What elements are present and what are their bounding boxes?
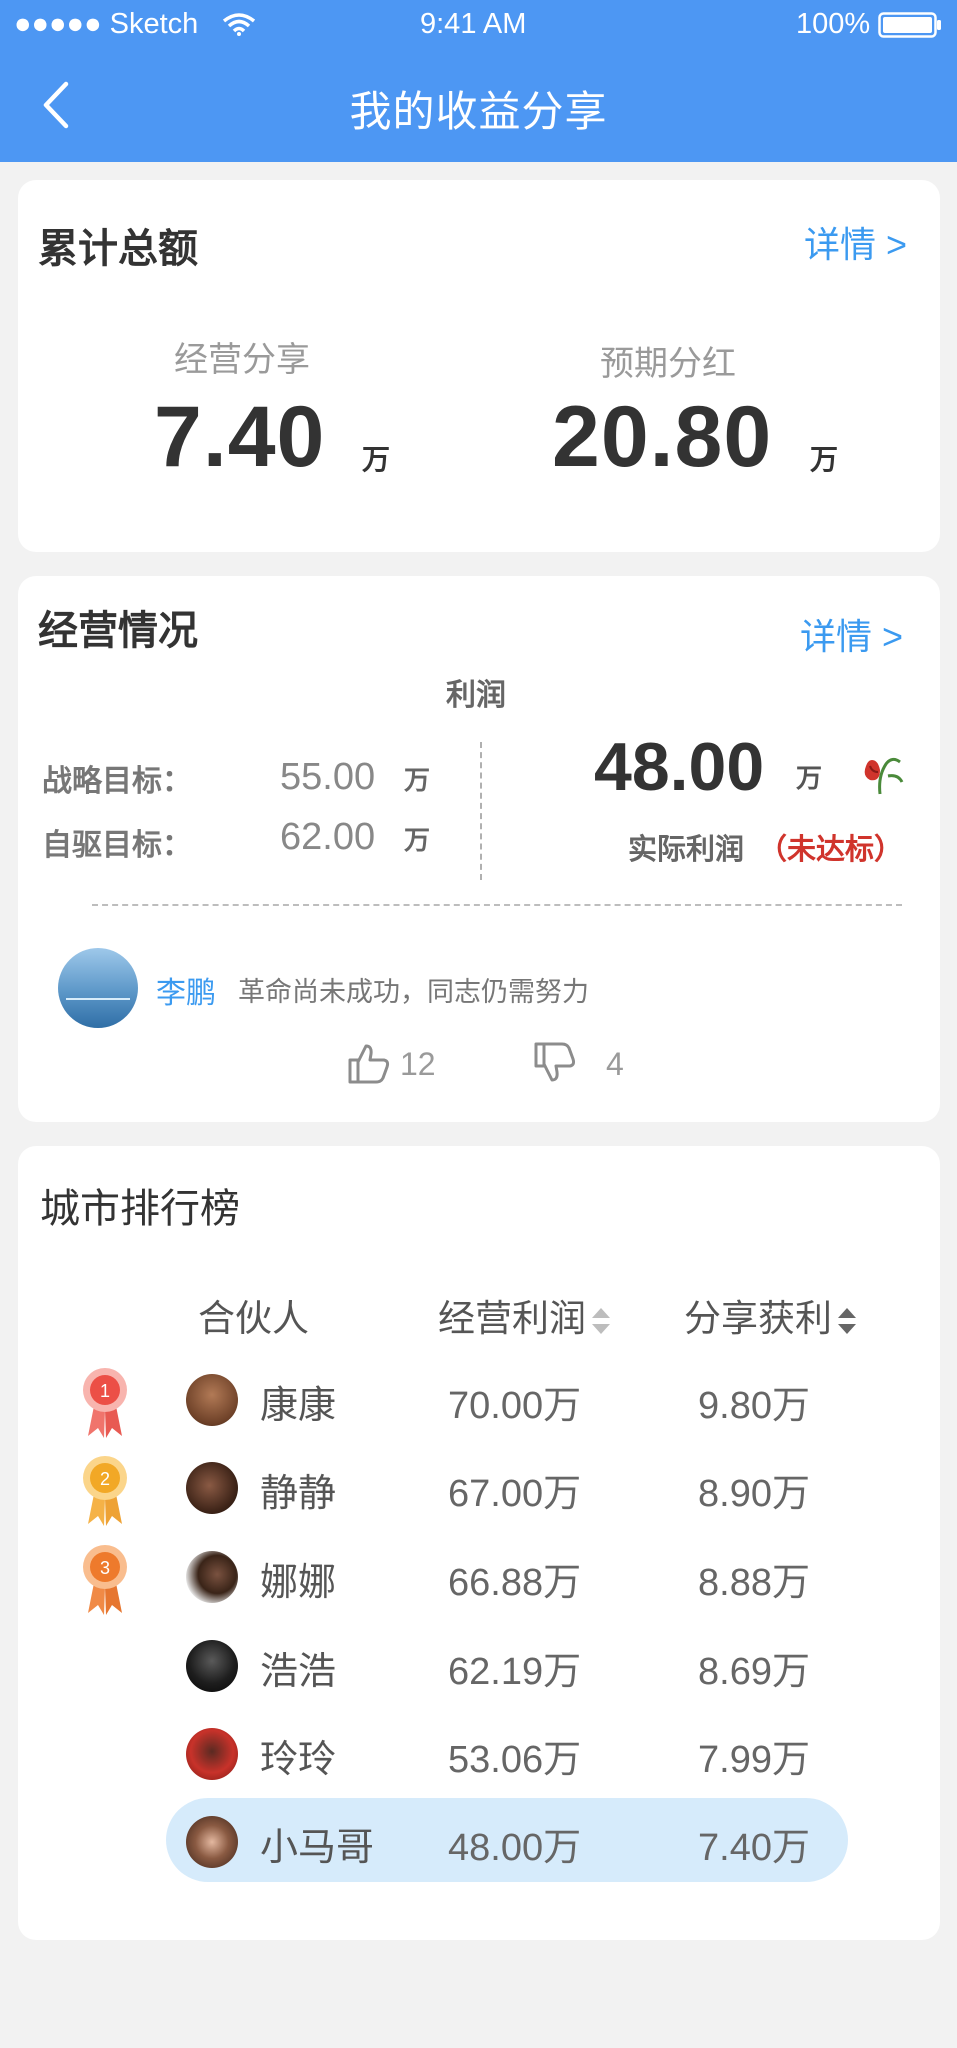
business-share-label: 经营分享 (174, 341, 310, 379)
commenter-avatar[interactable] (58, 948, 138, 1028)
medal-gold-icon: 1 (83, 1368, 127, 1438)
self-target-value: 62.00 (280, 816, 376, 858)
sort-icon (838, 1302, 856, 1340)
avatar (186, 1728, 238, 1780)
status-bar: ●●●●● Sketch 9:41 AM 100% (0, 0, 957, 52)
operation-detail-link[interactable]: 详情 > (800, 608, 903, 660)
profit-value: 53.06万 (448, 1739, 582, 1781)
partner-name: 娜娜 (260, 1562, 337, 1604)
partner-name: 小马哥 (260, 1827, 375, 1869)
wifi-icon (222, 13, 256, 36)
horizontal-divider (92, 904, 902, 906)
partner-name: 玲玲 (260, 1739, 337, 1781)
share-value: 7.99万 (698, 1739, 810, 1781)
total-detail-link[interactable]: 详情 > (804, 216, 907, 268)
column-share-sort[interactable]: 分享获利 (684, 1288, 856, 1342)
thumbs-down-icon (534, 1042, 576, 1082)
self-target-unit: 万 (404, 825, 431, 855)
profit-value: 67.00万 (448, 1473, 582, 1515)
svg-text:2: 2 (100, 1469, 110, 1489)
business-share-value: 7.40 (154, 389, 326, 485)
self-target-label: 自驱目标： (42, 829, 192, 862)
share-value: 7.40万 (698, 1827, 810, 1869)
avatar (186, 1462, 238, 1514)
profit-value: 62.19万 (448, 1651, 582, 1693)
total-card: 累计总额 详情 > 经营分享 7.40 万 预期分红 20.80 万 (18, 180, 940, 552)
commenter-name[interactable]: 李鹏 (156, 968, 216, 1012)
total-title: 累计总额 (38, 227, 198, 271)
not-met-status: （未达标） (758, 834, 904, 866)
thumbs-up-icon (348, 1044, 390, 1084)
actual-profit-value: 48.00 (594, 729, 765, 805)
partner-name: 康康 (260, 1385, 337, 1427)
profit-value: 66.88万 (448, 1562, 582, 1604)
avatar (186, 1374, 238, 1426)
profit-value: 70.00万 (448, 1385, 582, 1427)
battery-percent: 100% (796, 8, 871, 40)
profit-label: 利润 (446, 679, 506, 712)
actual-profit-label: 实际利润 (628, 834, 745, 866)
expected-dividend-value: 20.80 (552, 389, 773, 485)
profit-value: 48.00万 (448, 1827, 582, 1869)
medal-silver-icon: 2 (83, 1456, 127, 1526)
sort-icon (592, 1302, 610, 1340)
comment-text: 革命尚未成功，同志仍需努力 (238, 977, 589, 1007)
dislike-count: 4 (606, 1046, 624, 1082)
partner-name: 浩浩 (260, 1651, 337, 1693)
share-value: 8.69万 (698, 1651, 810, 1693)
strategic-target-value: 55.00 (280, 756, 376, 798)
share-value: 9.80万 (698, 1385, 810, 1427)
column-partner: 合伙人 (198, 1298, 309, 1339)
avatar (186, 1816, 238, 1868)
carrier-signal: ●●●●● Sketch (14, 8, 199, 40)
ranking-row[interactable]: 1 康康 70.00万 9.80万 (18, 1356, 938, 1440)
app-header: ●●●●● Sketch 9:41 AM 100% 我的收益分享 (0, 0, 957, 162)
like-count: 12 (400, 1046, 436, 1082)
expected-dividend-label: 预期分红 (600, 345, 736, 383)
strategic-target-unit: 万 (404, 765, 431, 795)
svg-text:1: 1 (100, 1381, 110, 1401)
wilted-rose-icon (864, 757, 904, 795)
column-profit-sort[interactable]: 经营利润 (438, 1288, 610, 1342)
strategic-target-label: 战略目标： (42, 765, 192, 798)
expected-dividend-unit: 万 (810, 444, 839, 475)
avatar (186, 1551, 238, 1603)
medal-bronze-icon: 3 (83, 1545, 127, 1615)
partner-name: 静静 (260, 1473, 337, 1515)
battery-icon (878, 12, 941, 38)
ranking-title: 城市排行榜 (40, 1187, 240, 1231)
ranking-row[interactable]: 浩浩 62.19万 8.69万 (18, 1622, 938, 1706)
svg-text:3: 3 (100, 1558, 110, 1578)
ranking-row[interactable]: 3 娜娜 66.88万 8.88万 (18, 1533, 938, 1617)
page-title: 我的收益分享 (349, 88, 608, 135)
share-value: 8.88万 (698, 1562, 810, 1604)
share-value: 8.90万 (698, 1473, 810, 1515)
clock: 9:41 AM (420, 8, 527, 40)
actual-profit-unit: 万 (796, 763, 823, 793)
business-share-unit: 万 (362, 444, 391, 475)
ranking-row-current-user[interactable]: 小马哥 48.00万 7.40万 (18, 1798, 938, 1882)
ranking-row[interactable]: 玲玲 53.06万 7.99万 (18, 1710, 938, 1794)
avatar (186, 1640, 238, 1692)
ranking-row[interactable]: 2 静静 67.00万 8.90万 (18, 1444, 938, 1528)
operation-title: 经营情况 (38, 609, 198, 653)
vertical-divider (480, 742, 482, 880)
operation-card: 经营情况 详情 > 利润 战略目标： 55.00 万 自驱目标： 62.00 万… (18, 576, 940, 1122)
